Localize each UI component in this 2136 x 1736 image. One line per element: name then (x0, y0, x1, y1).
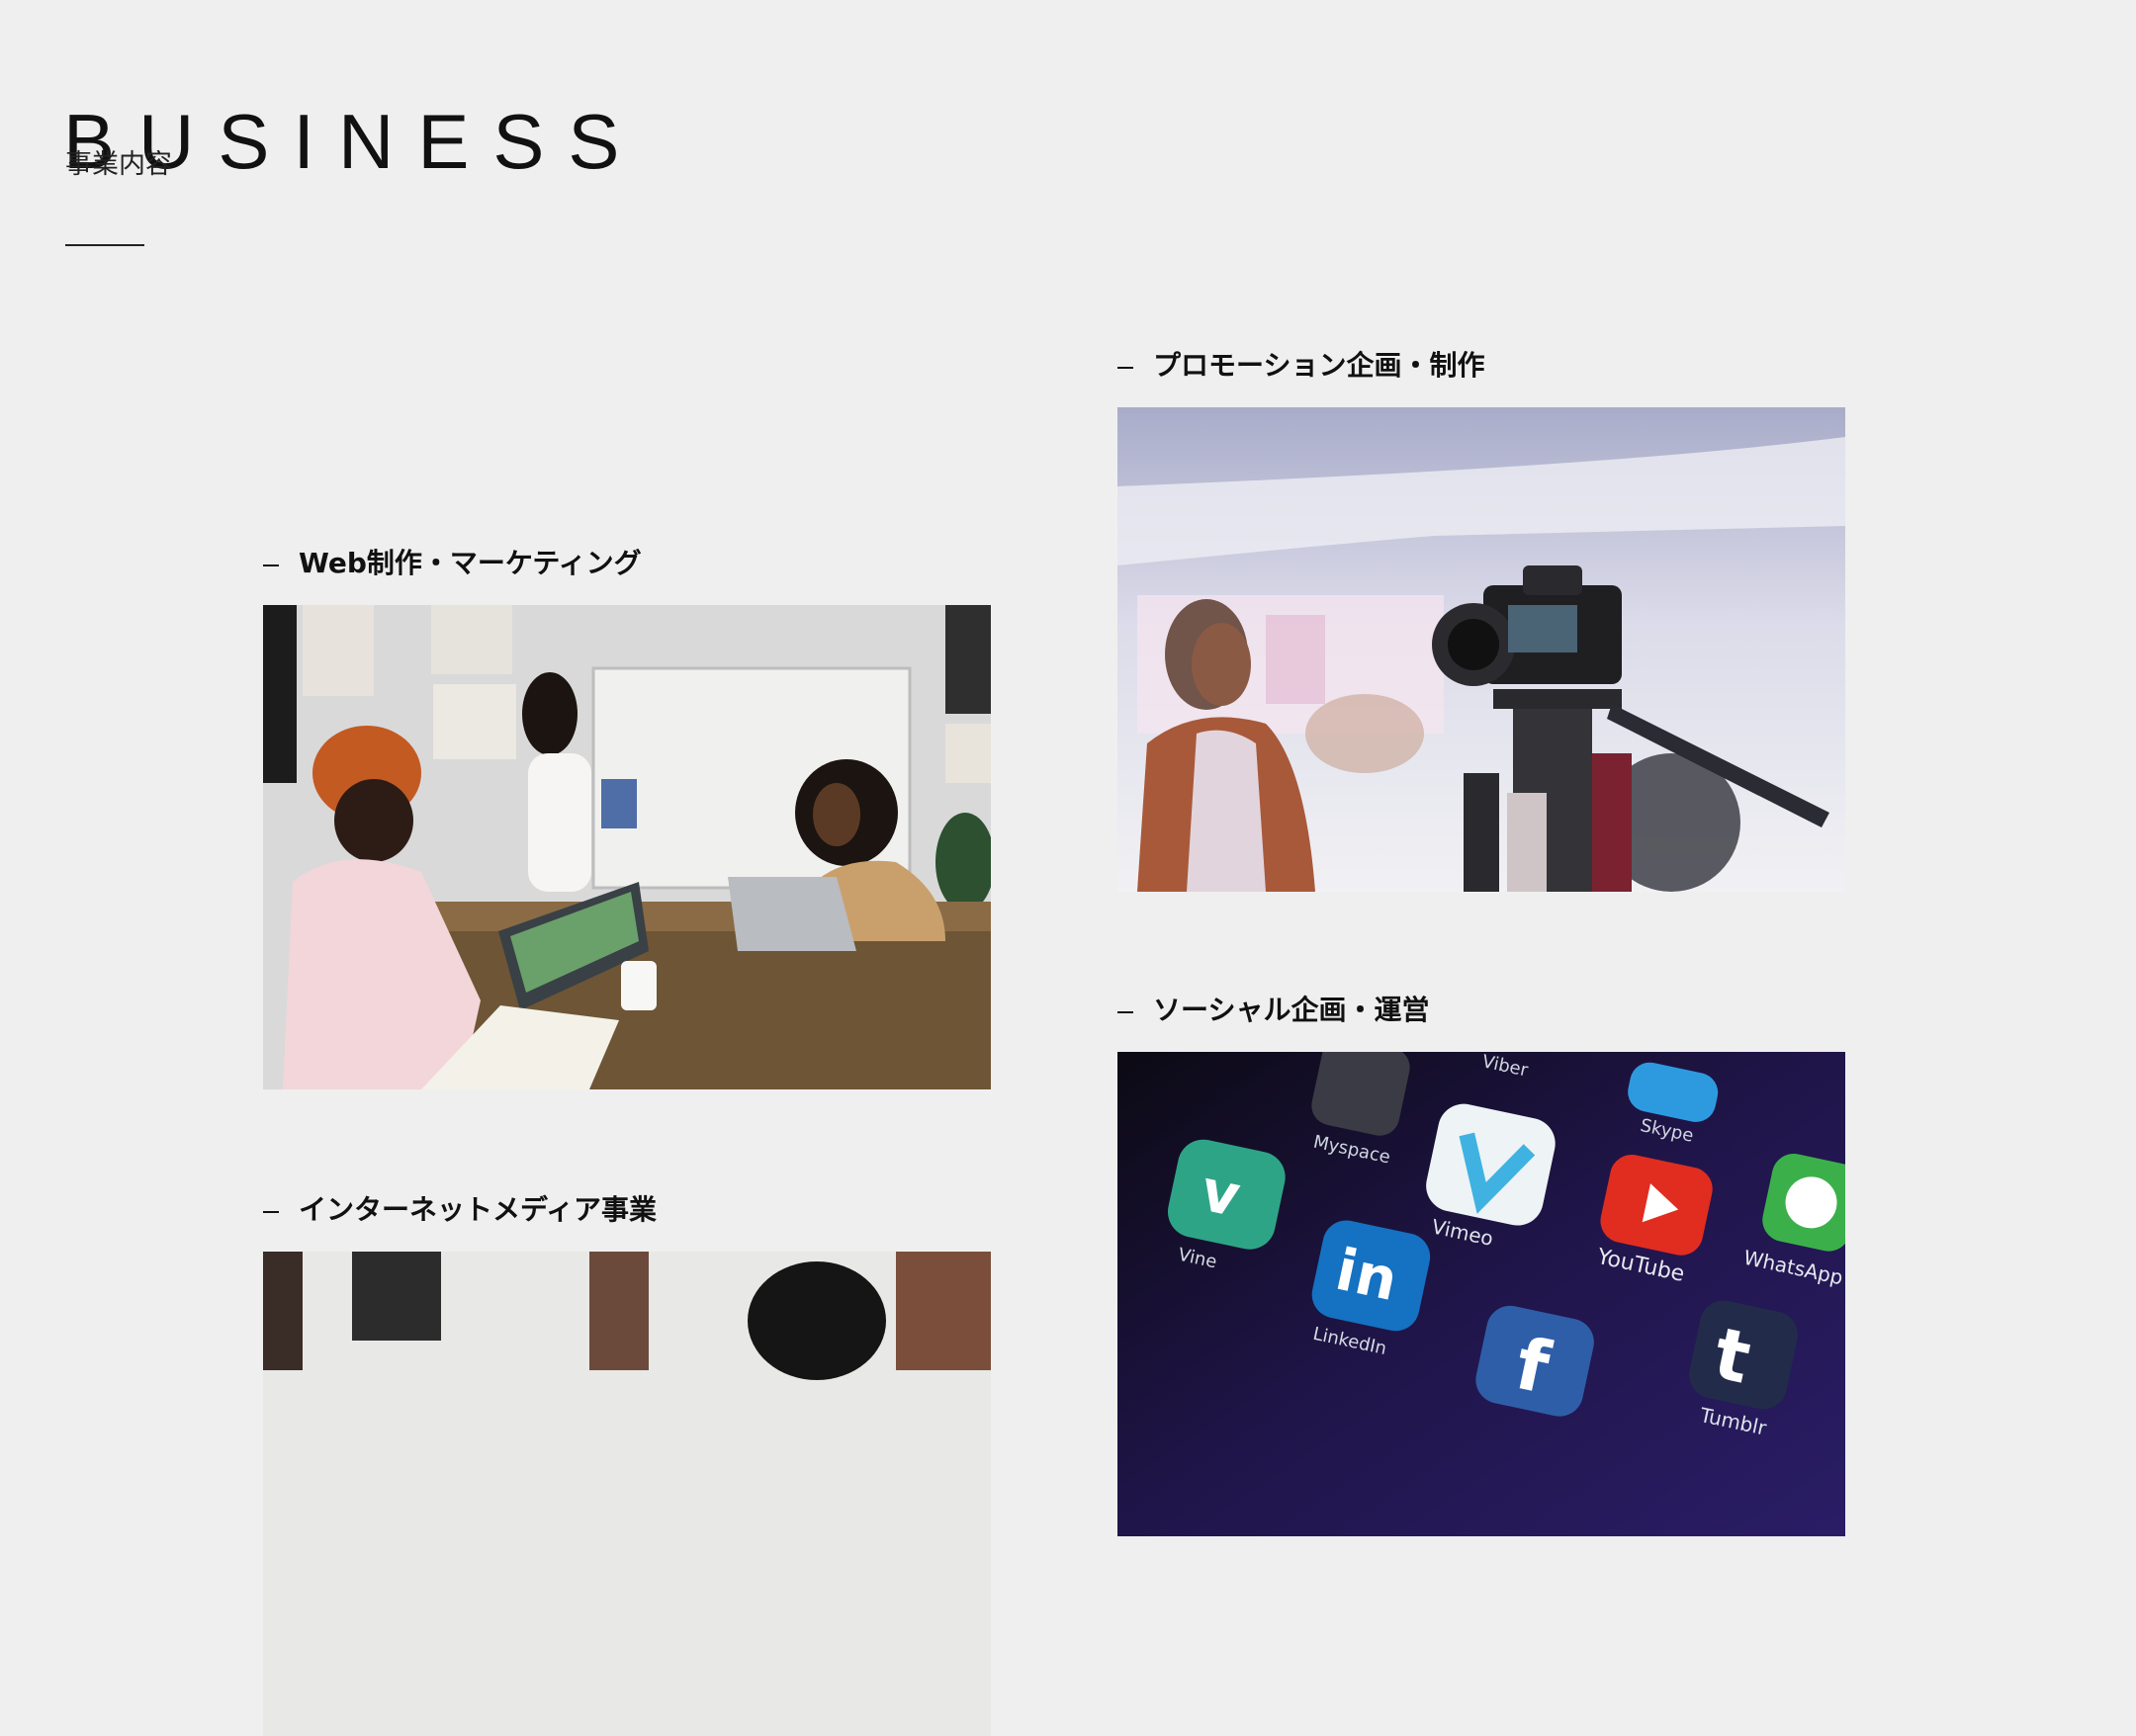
card-heading: Web制作・マーケティング (263, 542, 991, 581)
dash-icon (1117, 367, 1133, 369)
title-divider (65, 244, 144, 246)
web-image[interactable] (263, 605, 991, 1089)
dash-icon (263, 1211, 279, 1213)
business-card-social[interactable]: ソーシャル企画・運営 v in f t Myspace Vimeo YouTub… (1117, 989, 1845, 1536)
dash-icon (263, 564, 279, 566)
business-card-media[interactable]: インターネットメディア事業 (263, 1188, 991, 1736)
business-card-web[interactable]: Web制作・マーケティング (263, 542, 991, 1089)
promotion-image[interactable] (1117, 407, 1845, 892)
card-heading: ソーシャル企画・運営 (1117, 989, 1845, 1028)
card-title-web[interactable]: Web制作・マーケティング (299, 542, 642, 581)
social-image[interactable]: v in f t Myspace Vimeo YouTube WhatsApp … (1117, 1052, 1845, 1536)
card-heading: プロモーション企画・制作 (1117, 344, 1845, 384)
card-heading: インターネットメディア事業 (263, 1188, 991, 1228)
dash-icon (1117, 1011, 1133, 1013)
card-title-media[interactable]: インターネットメディア事業 (299, 1188, 657, 1228)
card-title-promotion[interactable]: プロモーション企画・制作 (1153, 344, 1484, 384)
page-subtitle: 事業内容 (65, 149, 172, 180)
card-title-social[interactable]: ソーシャル企画・運営 (1153, 989, 1429, 1028)
media-image[interactable] (263, 1252, 991, 1736)
business-card-promotion[interactable]: プロモーション企画・制作 (1117, 344, 1845, 892)
